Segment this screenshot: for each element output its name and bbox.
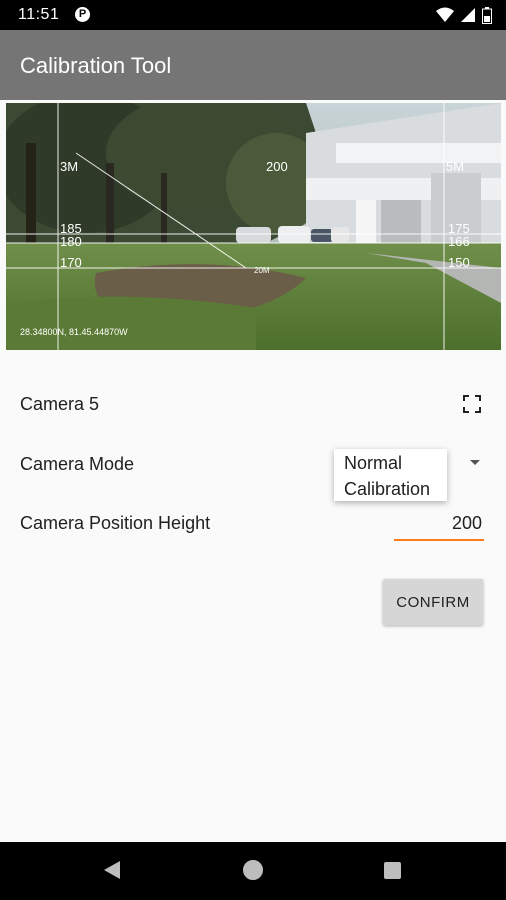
recent-apps-icon[interactable] <box>384 862 401 879</box>
position-height-label: Camera Position Height <box>20 513 211 533</box>
overlay-right-lower: 150 <box>448 255 470 270</box>
overlay-ground-mark: 20M <box>254 266 270 275</box>
overlay-left-lower: 170 <box>60 255 82 270</box>
camera-mode-option-normal[interactable]: Normal <box>344 453 402 474</box>
overlay-left-distance: 3M <box>60 159 78 174</box>
confirm-button[interactable]: CONFIRM <box>383 579 483 625</box>
overlay-right-distance: 5M <box>446 159 464 174</box>
signal-icon <box>461 8 475 22</box>
chevron-down-icon[interactable] <box>470 460 480 465</box>
status-bar: 11:51 P <box>0 0 506 30</box>
camera-mode-label: Camera Mode <box>20 454 135 474</box>
camera-name: Camera 5 <box>20 394 100 414</box>
status-icons <box>436 6 492 24</box>
battery-icon <box>482 6 492 24</box>
overlay-coordinates: 28.34800N, 81.45.44870W <box>20 327 128 337</box>
overlay-right-middle: 166 <box>448 234 470 249</box>
overlay-left-middle: 180 <box>60 234 82 249</box>
parking-p-icon: P <box>75 7 90 22</box>
camera-preview[interactable]: 3M 200 5M 185 180 170 175 166 150 20M 28… <box>6 103 501 350</box>
wifi-icon <box>436 7 454 22</box>
position-height-input[interactable] <box>394 507 484 541</box>
back-icon[interactable] <box>104 861 120 879</box>
app-title: Calibration Tool <box>20 53 172 78</box>
app-bar: Calibration Tool <box>0 30 506 100</box>
camera-mode-option-calibration[interactable]: Calibration <box>344 479 430 500</box>
overlay-center-distance: 200 <box>266 159 288 174</box>
camera-mode-dropdown[interactable]: Normal Calibration <box>334 449 447 501</box>
home-icon[interactable] <box>243 860 263 880</box>
status-time: 11:51 <box>18 6 60 23</box>
fullscreen-icon[interactable] <box>463 395 481 413</box>
camera-scene: 3M 200 5M 185 180 170 175 166 150 20M 28… <box>6 103 501 350</box>
